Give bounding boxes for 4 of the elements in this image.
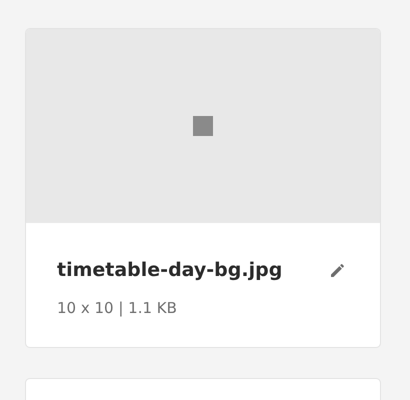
file-details: 10 x 10 | 1.1 KB	[57, 299, 178, 317]
file-name: timetable-day-bg.jpg	[57, 259, 282, 281]
image-thumbnail	[193, 116, 213, 136]
pencil-icon	[329, 261, 347, 279]
